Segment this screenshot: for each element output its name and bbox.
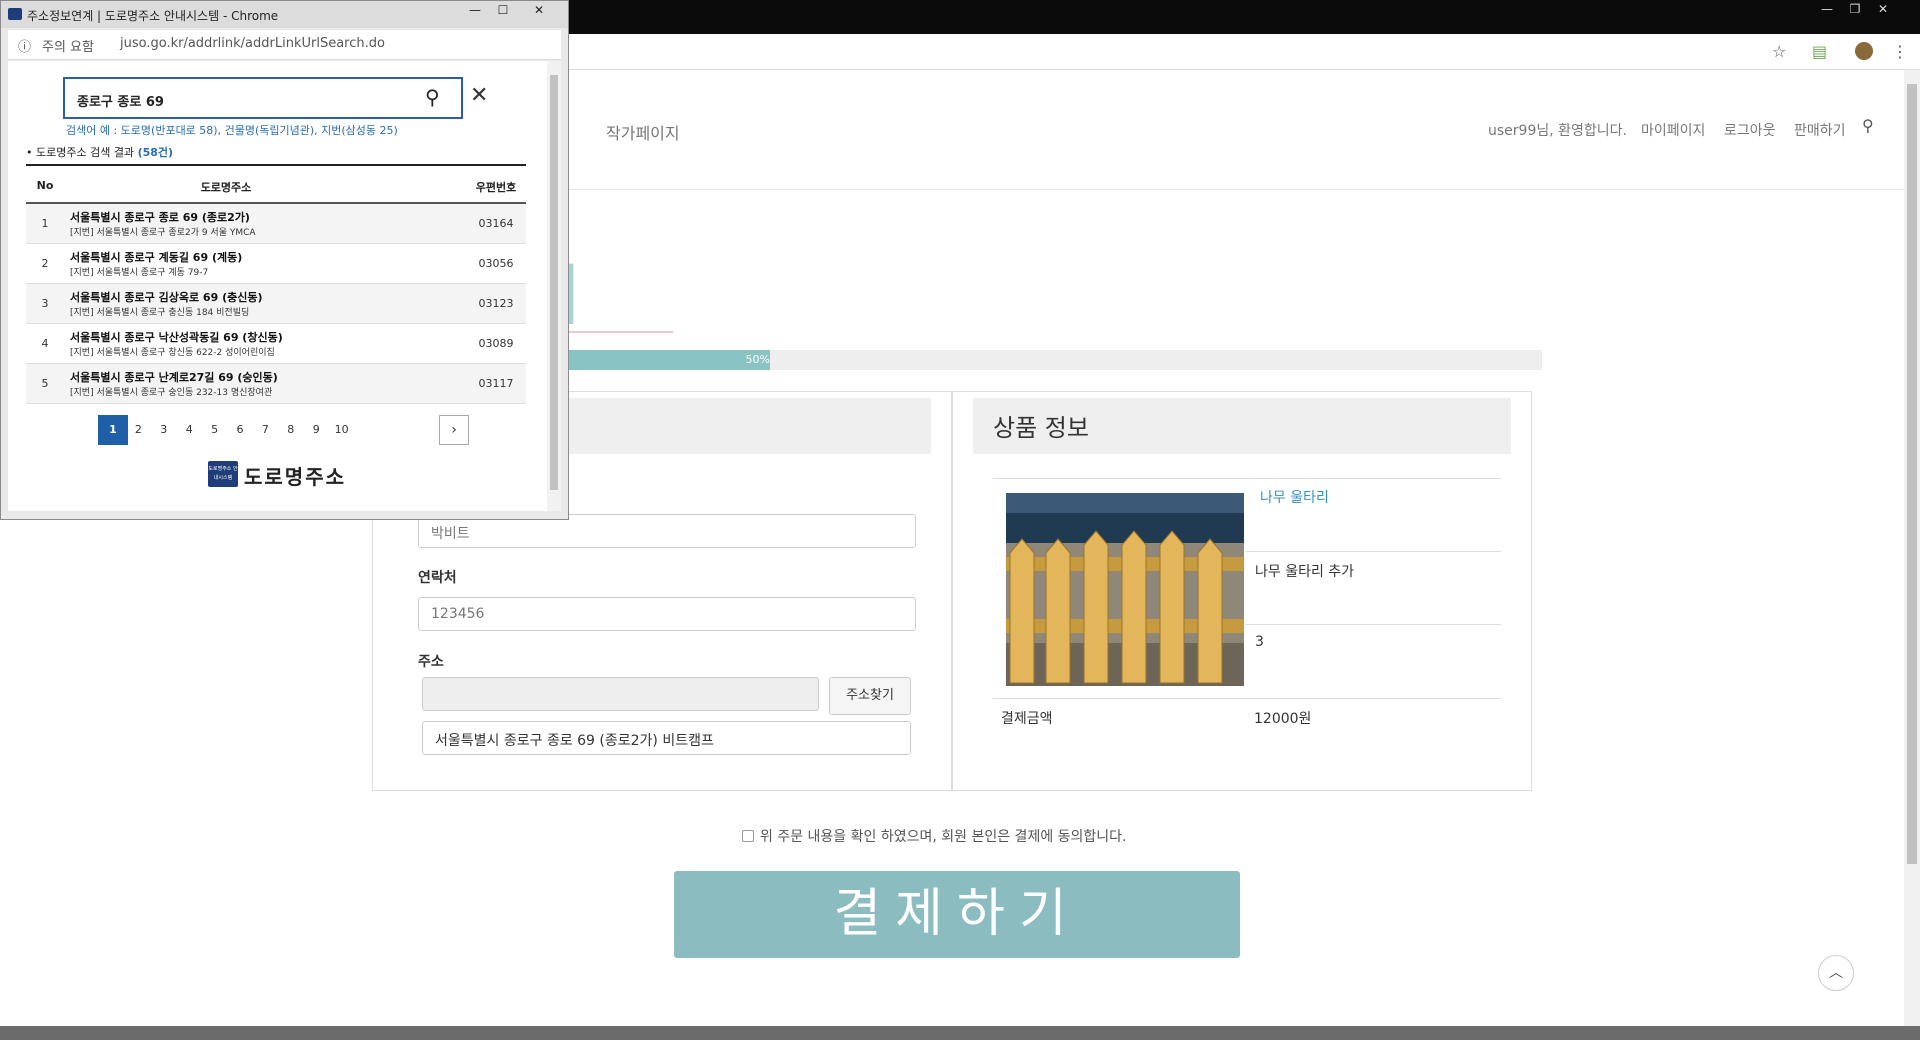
address-search-popup: 주소정보연계 | 도로명주소 안내시스템 - Chrome — ☐ ✕ ⓘ 주의… — [0, 0, 569, 520]
amount-value: 12000원 — [1254, 711, 1312, 727]
popup-titlebar: 주소정보연계 | 도로명주소 안내시스템 - Chrome — ☐ ✕ — [1, 1, 568, 28]
divider — [993, 698, 1501, 699]
row-jibun-address: [지번] 서울특별시 종로구 계동 79-7 — [70, 268, 209, 278]
nav-mypage[interactable]: 마이페이지 — [1641, 120, 1705, 140]
search-hint: 검색어 예 : 도로명(반포대로 58), 건물명(독립기념관), 지번(삼성동… — [66, 124, 398, 137]
row-zipcode: 03123 — [478, 297, 514, 310]
divider — [993, 478, 1501, 479]
security-warning[interactable]: 주의 요함 — [42, 36, 94, 55]
table-header: No 도로명주소 우편번호 — [26, 164, 526, 204]
row-road-address[interactable]: 서울특별시 종로구 종로 69 (종로2가) — [70, 209, 250, 225]
address-result-table: No 도로명주소 우편번호 1 서울특별시 종로구 종로 69 (종로2가) [지번… — [26, 164, 526, 404]
nav-artist-page[interactable]: 작가페이지 — [606, 120, 680, 144]
minimize-icon[interactable]: — — [1814, 2, 1840, 18]
search-input-value: 종로구 종로 69 — [77, 95, 164, 110]
user-greeting: user99님, 환영합니다. — [1488, 123, 1627, 139]
product-quantity: 3 — [1255, 634, 1264, 650]
next-page-icon[interactable]: › — [439, 415, 469, 445]
agree-row: 위 주문 내용을 확인 하였으며, 회원 본인은 결제에 동의합니다. — [742, 826, 1127, 846]
col-road: 도로명주소 — [200, 181, 252, 194]
scrollbar-thumb[interactable] — [1907, 84, 1917, 864]
order-form-header — [560, 398, 931, 454]
popup-scrollbar[interactable] — [547, 61, 561, 511]
row-no: 2 — [41, 257, 49, 270]
agree-checkbox[interactable] — [742, 830, 754, 842]
table-row[interactable]: 2 서울특별시 종로구 계동길 69 (계동) [지번] 서울특별시 종로구 계동 … — [26, 244, 526, 284]
star-icon[interactable]: ☆ — [1772, 43, 1786, 61]
chevron-up-icon[interactable]: ︿ — [1818, 955, 1854, 991]
row-jibun-address: [지번] 서울특별시 종로구 종로2가 9 서울 YMCA — [70, 228, 256, 238]
row-zipcode: 03164 — [478, 217, 514, 230]
find-address-button[interactable]: 주소찾기 — [829, 677, 911, 715]
page-scrollbar[interactable] — [1904, 70, 1920, 1026]
close-icon[interactable]: ✕ — [470, 83, 488, 108]
nav-sell[interactable]: 판매하기 — [1794, 120, 1846, 140]
row-no: 1 — [41, 217, 49, 230]
postcode-field[interactable] — [422, 677, 819, 711]
search-icon[interactable]: ⚲ — [425, 85, 440, 109]
row-road-address[interactable]: 서울특별시 종로구 김상옥로 69 (충신동) — [70, 289, 262, 305]
extension-icon[interactable]: ▤ — [1812, 43, 1827, 61]
col-zip: 우편번호 — [475, 181, 517, 194]
popup-content: 종로구 종로 69 ⚲ ✕ 검색어 예 : 도로명(반포대로 58), 건물명(… — [8, 61, 547, 511]
row-jibun-address: [지번] 서울특별시 종로구 숭인동 232-13 명신장여관 — [70, 388, 273, 398]
bottom-bar — [0, 1026, 1920, 1040]
restore-icon[interactable]: ❐ — [1842, 2, 1868, 18]
address-search-input[interactable]: 종로구 종로 69 ⚲ — [63, 77, 463, 119]
row-no: 4 — [41, 337, 49, 350]
row-no: 3 — [41, 297, 49, 310]
result-label: • 도로명주소 검색 결과 — [26, 146, 135, 159]
close-window-icon[interactable]: ✕ — [1870, 2, 1896, 18]
minimize-icon[interactable]: — — [463, 3, 487, 19]
logo-text: 도로명주소 — [244, 465, 346, 489]
row-jibun-address: [지번] 서울특별시 종로구 창신동 622-2 성이어린이집 — [70, 348, 275, 358]
search-icon[interactable]: ⚲ — [1862, 116, 1874, 135]
product-option: 나무 울타리 추가 — [1255, 564, 1355, 580]
result-count: (58건) — [137, 146, 174, 159]
table-row[interactable]: 4 서울특별시 종로구 낙산성곽동길 69 (창신동) [지번] 서울특별시 종로구… — [26, 324, 526, 364]
close-icon[interactable]: ✕ — [527, 3, 551, 19]
row-road-address[interactable]: 서울특별시 종로구 낙산성곽동길 69 (창신동) — [70, 329, 283, 345]
address-field[interactable]: 서울특별시 종로구 종로 69 (종로2가) 비트캠프 — [422, 721, 911, 755]
contact-label: 연락처 — [418, 570, 457, 586]
pay-button[interactable]: 결제하기 — [674, 871, 1240, 958]
progress-fill: 50% — [560, 350, 770, 370]
scrollbar-thumb[interactable] — [550, 75, 558, 490]
popup-title: 주소정보연계 | 도로명주소 안내시스템 - Chrome — [27, 9, 279, 23]
progress-label: 50% — [745, 353, 770, 366]
amount-label: 결제금액 — [1001, 711, 1053, 727]
popup-url-bar[interactable]: ⓘ 주의 요함 juso.go.kr/addrlink/addrLinkUrlS… — [8, 30, 561, 60]
maximize-icon[interactable]: ☐ — [491, 3, 515, 19]
row-road-address[interactable]: 서울특별시 종로구 계동길 69 (계동) — [70, 249, 242, 265]
nav-logout[interactable]: 로그아웃 — [1724, 120, 1776, 140]
result-count-row: • 도로명주소 검색 결과 (58건) — [26, 144, 173, 160]
product-name-link[interactable]: 나무 울타리 — [1260, 487, 1329, 507]
row-zipcode: 03117 — [478, 377, 514, 390]
table-row[interactable]: 3 서울특별시 종로구 김상옥로 69 (충신동) [지번] 서울특별시 종로구 충… — [26, 284, 526, 324]
row-road-address[interactable]: 서울특별시 종로구 난계로27길 69 (숭인동) — [70, 369, 278, 385]
product-info-title: 상품 정보 — [993, 414, 1089, 442]
wooden-fence-image — [1006, 493, 1244, 686]
profile-avatar[interactable] — [1855, 42, 1873, 60]
row-zipcode: 03089 — [478, 337, 514, 350]
popup-url[interactable]: juso.go.kr/addrlink/addrLinkUrlSearch.do — [120, 36, 385, 51]
product-image — [1006, 493, 1244, 686]
page-button-10[interactable]: 10 — [327, 415, 357, 445]
progress-bar: 50% — [560, 350, 1542, 370]
divider — [1245, 551, 1501, 552]
divider — [1245, 624, 1501, 625]
row-jibun-address: [지번] 서울특별시 종로구 충신동 184 비전빌딩 — [70, 308, 250, 318]
row-zipcode: 03056 — [478, 257, 514, 270]
favicon-icon — [8, 8, 22, 20]
agree-text: 위 주문 내용을 확인 하였으며, 회원 본인은 결제에 동의합니다. — [760, 829, 1127, 845]
table-row[interactable]: 5 서울특별시 종로구 난계로27길 69 (숭인동) [지번] 서울특별시 종로구… — [26, 364, 526, 404]
row-no: 5 — [41, 377, 49, 390]
contact-field[interactable]: 123456 — [418, 597, 916, 631]
info-icon[interactable]: ⓘ — [18, 36, 31, 55]
address-label: 주소 — [418, 654, 444, 670]
table-row[interactable]: 1 서울특별시 종로구 종로 69 (종로2가) [지번] 서울특별시 종로구 종로… — [26, 204, 526, 244]
menu-icon[interactable]: ⋮ — [1892, 43, 1908, 61]
logo-badge: 도로명주소 안내시스템 — [208, 461, 238, 487]
